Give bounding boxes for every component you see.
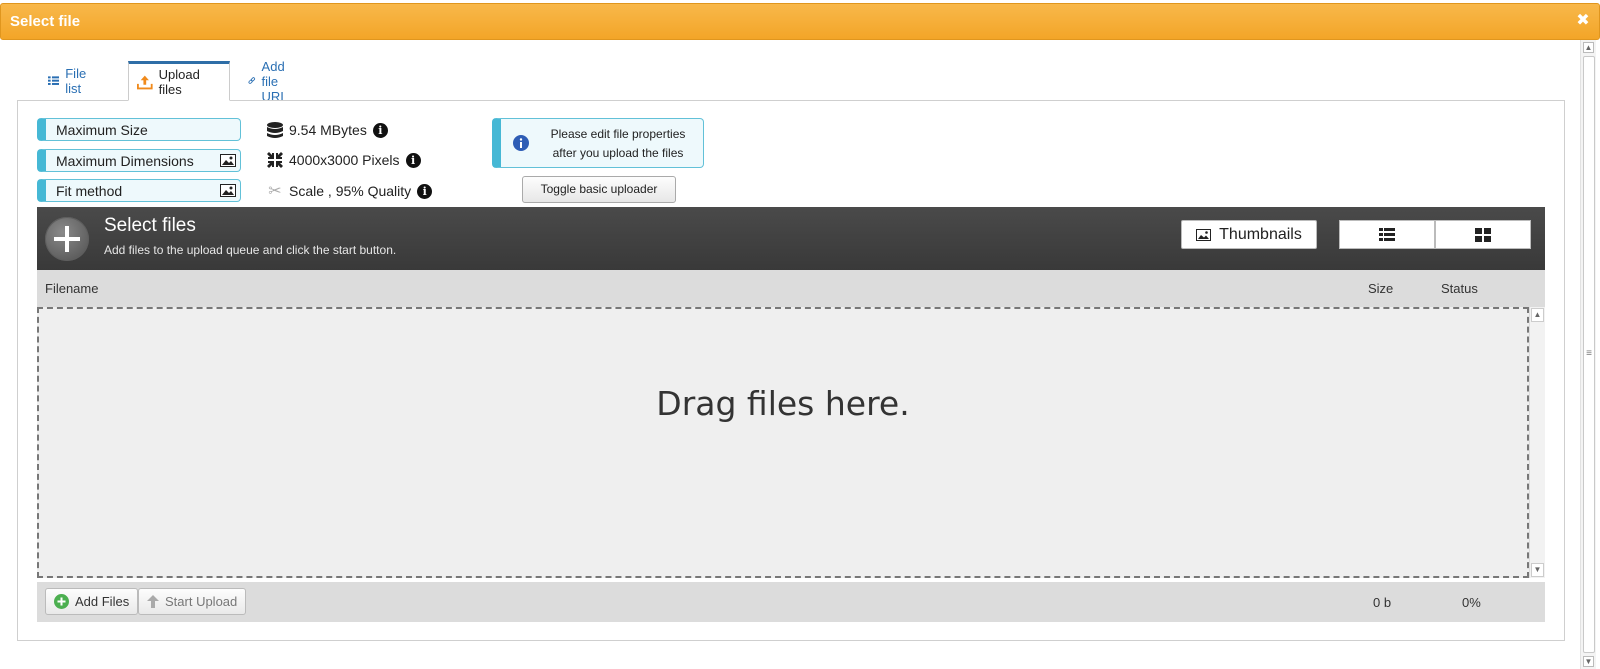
tab-label: Upload files (158, 67, 200, 97)
file-table-header: Filename Size Status (37, 270, 1545, 307)
tab-file-list[interactable]: File list (40, 61, 100, 101)
max-size-label-text: Maximum Size (56, 122, 148, 138)
info-icon[interactable]: i (372, 122, 388, 138)
edit-properties-note: Please edit file properties after you up… (492, 118, 704, 168)
info-icon[interactable]: i (417, 183, 433, 199)
arrow-up-icon (147, 595, 159, 608)
max-size-value: 9.54 MBytes (289, 122, 367, 138)
fit-method-value: Scale , 95% Quality (289, 183, 412, 199)
max-size-label: Maximum Size (37, 118, 241, 141)
image-icon (220, 154, 236, 167)
dialog-title: Select file (10, 13, 81, 30)
scrollbar-thumb[interactable]: ≡ (1583, 56, 1595, 653)
scroll-up-icon[interactable]: ▲ (1583, 42, 1594, 53)
max-dimensions-label-text: Maximum Dimensions (56, 153, 194, 169)
info-icon[interactable]: i (405, 152, 421, 168)
tab-label: Add file URL (261, 58, 288, 104)
note-line-2: after you upload the files (552, 146, 684, 160)
drop-zone[interactable]: Drag files here. (37, 307, 1529, 578)
column-status: Status (1441, 281, 1478, 296)
uploader-header: Select files Add files to the upload que… (37, 207, 1545, 270)
grid-view-icon (1475, 227, 1491, 242)
note-line-1: Please edit file properties (550, 127, 686, 141)
max-dimensions-value: 4000x3000 Pixels (289, 152, 400, 168)
uploader-title: Select files (104, 215, 196, 236)
total-size: 0 b (1373, 595, 1392, 610)
max-dimensions-label: Maximum Dimensions (37, 149, 241, 172)
scroll-down-icon[interactable]: ▼ (1531, 563, 1544, 577)
max-dimensions-value-row: 4000x3000 Pixels i (267, 149, 421, 171)
tab-label: File list (65, 66, 87, 96)
list-icon (48, 76, 60, 85)
link-icon (248, 77, 256, 84)
tab-add-file-url[interactable]: Add file URL (240, 58, 304, 104)
max-size-value-row: 9.54 MBytes i (267, 119, 388, 141)
add-icon[interactable] (45, 217, 89, 261)
file-list-scrollbar[interactable]: ▲ ▼ (1529, 307, 1545, 578)
column-size: Size (1368, 281, 1394, 296)
tab-upload-files[interactable]: Upload files (128, 61, 230, 101)
list-view-button[interactable] (1339, 220, 1435, 249)
thumbnails-button[interactable]: Thumbnails (1181, 220, 1317, 249)
start-upload-button[interactable]: Start Upload (138, 588, 247, 615)
scissors-icon: ✂ (268, 183, 282, 200)
image-icon (1196, 228, 1212, 241)
thumbnails-label: Thumbnails (1219, 225, 1302, 243)
fit-method-label: Fit method (37, 179, 241, 202)
dialog-scrollbar[interactable]: ▲ ≡ ▼ (1580, 40, 1596, 669)
image-icon (220, 184, 236, 197)
scroll-up-icon[interactable]: ▲ (1531, 308, 1544, 322)
fit-method-label-text: Fit method (56, 183, 123, 199)
drop-zone-text: Drag files here. (656, 384, 910, 423)
compress-icon (267, 152, 283, 168)
list-view-icon (1379, 227, 1395, 241)
upload-icon (137, 75, 153, 89)
uploader-footer: Add Files Start Upload 0 b 0% (37, 582, 1545, 622)
start-upload-label: Start Upload (165, 594, 238, 609)
add-files-label: Add Files (75, 594, 130, 609)
database-icon (267, 121, 283, 138)
total-percent: 0% (1462, 595, 1481, 610)
column-filename: Filename (45, 281, 99, 296)
info-circle-icon (513, 135, 529, 151)
fit-method-value-row: ✂ Scale , 95% Quality i (267, 180, 433, 202)
grid-view-button[interactable] (1435, 220, 1531, 249)
scroll-down-icon[interactable]: ▼ (1583, 656, 1594, 667)
plus-circle-icon (54, 594, 69, 609)
toggle-basic-uploader-button[interactable]: Toggle basic uploader (522, 176, 676, 203)
dialog-title-bar: Select file ✖ (0, 3, 1600, 40)
uploader-subtitle: Add files to the upload queue and click … (104, 243, 397, 257)
close-icon[interactable]: ✖ (1575, 13, 1591, 29)
add-files-button[interactable]: Add Files (45, 588, 139, 615)
